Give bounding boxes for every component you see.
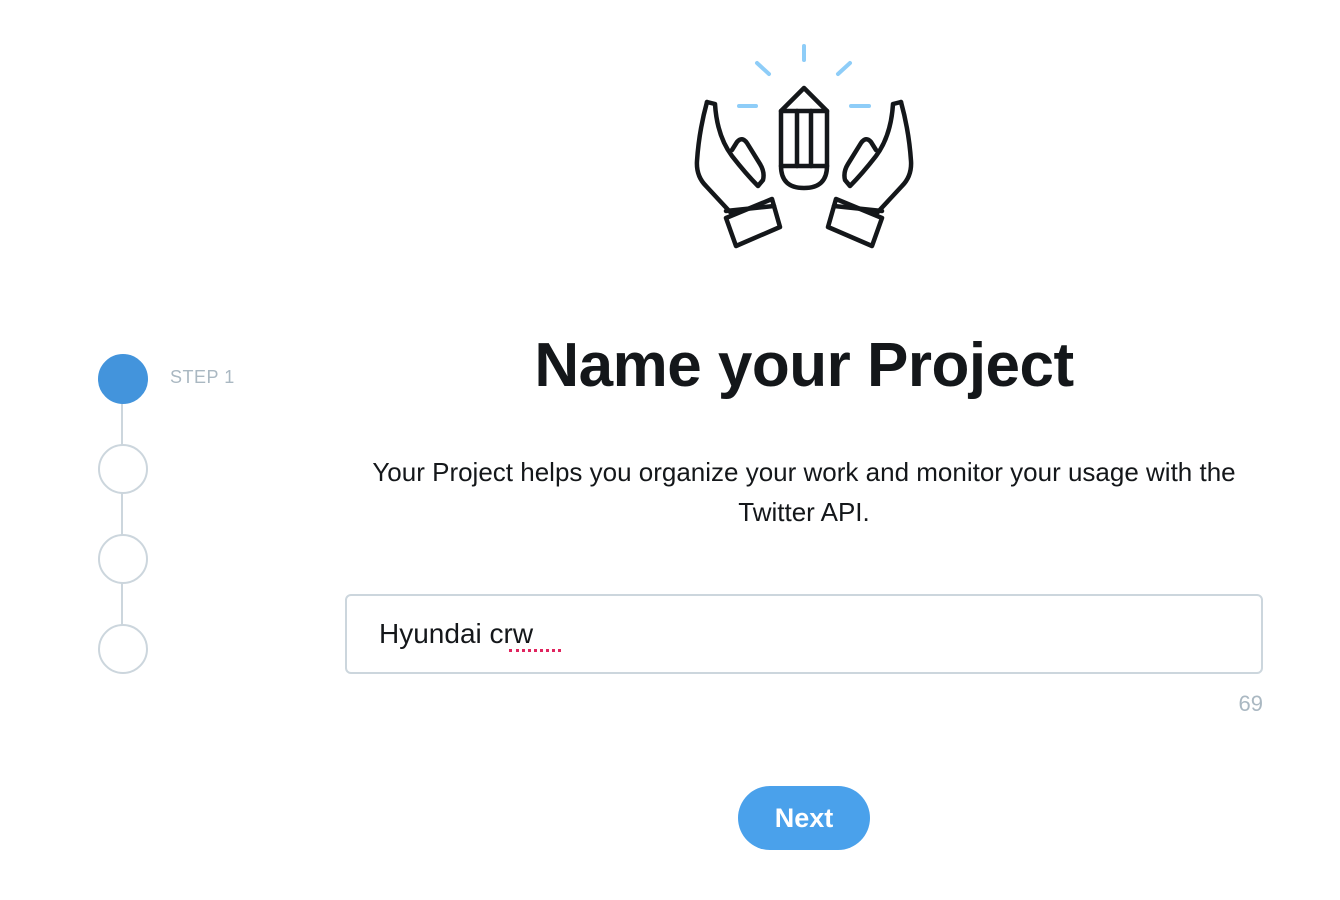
hands-holding-pencil-icon [684, 36, 924, 256]
step-1-indicator [98, 354, 148, 404]
step-4-indicator [98, 624, 148, 674]
create-project-page: STEP 1 Name your Project Your Project he… [0, 0, 1340, 900]
progress-stepper: STEP 1 [98, 354, 358, 684]
character-counter: 69 [1238, 691, 1263, 716]
page-title: Name your Project [534, 331, 1074, 400]
spellcheck-underline [509, 649, 561, 652]
page-description: Your Project helps you organize your wor… [372, 457, 1236, 527]
step-2-indicator [98, 444, 148, 494]
stepper-line [121, 379, 123, 649]
project-name-field [345, 594, 1263, 674]
next-button[interactable]: Next [738, 786, 870, 850]
step-3-indicator [98, 534, 148, 584]
project-name-input[interactable] [347, 596, 1261, 672]
step-1-label: STEP 1 [170, 367, 235, 387]
